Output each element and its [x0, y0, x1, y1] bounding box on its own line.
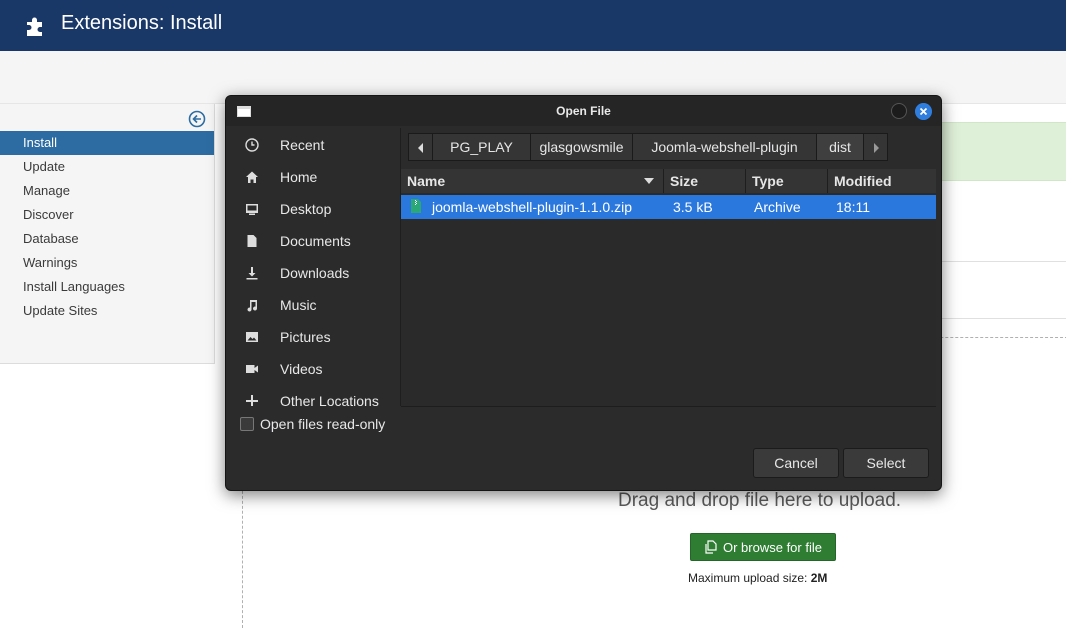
open-file-dialog: Open File Recent Home Desktop Documents …: [225, 95, 942, 491]
read-only-label[interactable]: Open files read-only: [260, 416, 385, 432]
place-label: Videos: [280, 361, 323, 377]
sidebar-item-warnings[interactable]: Warnings: [0, 251, 214, 275]
plus-icon: [246, 395, 258, 406]
place-music[interactable]: Music: [226, 289, 400, 321]
column-name-label: Name: [407, 173, 446, 189]
chevron-right-icon: [873, 143, 879, 153]
max-upload-label: Maximum upload size:: [688, 571, 808, 585]
file-row[interactable]: joomla-webshell-plugin-1.1.0.zip 3.5 kB …: [401, 195, 936, 219]
place-desktop[interactable]: Desktop: [226, 193, 400, 225]
divider: [930, 318, 1066, 319]
select-button[interactable]: Select: [843, 448, 929, 478]
chevron-left-icon: [417, 143, 423, 153]
select-label: Select: [866, 455, 906, 471]
read-only-checkbox[interactable]: [240, 417, 254, 431]
page-title: Extensions: Install: [61, 12, 223, 34]
path-scroll-right[interactable]: [863, 133, 888, 161]
file-type: Archive: [754, 199, 801, 215]
column-header-type[interactable]: Type: [746, 169, 828, 193]
file-size: 3.5 kB: [673, 199, 713, 215]
place-pictures[interactable]: Pictures: [226, 321, 400, 353]
place-label: Documents: [280, 233, 351, 249]
divider: [401, 406, 936, 407]
sidebar-item-install[interactable]: Install: [0, 131, 214, 155]
dialog-title: Open File: [556, 104, 611, 118]
file-modified: 18:11: [836, 199, 870, 215]
collapse-sidebar-icon[interactable]: [188, 110, 206, 128]
column-header-modified[interactable]: Modified: [828, 169, 936, 193]
place-documents[interactable]: Documents: [226, 225, 400, 257]
file-list: Name Size Type Modified joomla-webshell-…: [401, 169, 936, 407]
picture-icon: [246, 332, 258, 342]
place-other-locations[interactable]: Other Locations: [226, 385, 400, 406]
path-segment[interactable]: glasgowsmile: [530, 133, 633, 161]
home-icon: [246, 171, 258, 183]
path-scroll-left[interactable]: [408, 133, 433, 161]
place-label: Recent: [280, 137, 325, 153]
sidebar-item-update[interactable]: Update: [0, 155, 214, 179]
document-icon: [247, 235, 257, 247]
download-icon: [246, 267, 258, 280]
file-name: joomla-webshell-plugin-1.1.0.zip: [432, 199, 632, 215]
column-header-size[interactable]: Size: [664, 169, 746, 193]
place-label: Downloads: [280, 265, 350, 281]
info-alert: [930, 122, 1066, 181]
archive-file-icon: [411, 199, 421, 213]
close-icon[interactable]: [915, 103, 932, 120]
place-downloads[interactable]: Downloads: [226, 257, 400, 289]
sidebar-item-update-sites[interactable]: Update Sites: [0, 299, 214, 323]
path-segment[interactable]: Joomla-webshell-plugin: [632, 133, 817, 161]
sidebar-item-database[interactable]: Database: [0, 227, 214, 251]
place-videos[interactable]: Videos: [226, 353, 400, 385]
cancel-button[interactable]: Cancel: [753, 448, 839, 478]
column-header-name[interactable]: Name: [401, 169, 664, 193]
desktop-icon: [246, 204, 258, 215]
path-segment-current[interactable]: dist: [816, 133, 864, 161]
max-upload-value: 2M: [810, 571, 828, 585]
cancel-label: Cancel: [774, 455, 818, 471]
sort-descending-icon: [644, 178, 654, 184]
path-segment[interactable]: PG_PLAY: [432, 133, 531, 161]
sidebar-item-discover[interactable]: Discover: [0, 203, 214, 227]
place-label: Music: [280, 297, 317, 313]
max-upload-size: Maximum upload size: 2M: [688, 571, 827, 585]
place-label: Desktop: [280, 201, 332, 217]
video-icon: [246, 365, 258, 373]
place-label: Home: [280, 169, 318, 185]
music-icon: [247, 300, 258, 312]
place-home[interactable]: Home: [226, 161, 400, 193]
sidebar-item-install-languages[interactable]: Install Languages: [0, 275, 214, 299]
places-sidebar: Recent Home Desktop Documents Downloads …: [226, 128, 401, 406]
minimize-button[interactable]: [891, 103, 907, 119]
place-label: Other Locations: [280, 393, 379, 406]
clock-icon: [245, 138, 259, 152]
puzzle-icon: [27, 17, 42, 36]
divider: [930, 261, 1066, 262]
dialog-titlebar[interactable]: Open File: [226, 96, 941, 126]
sidebar: Install Update Manage Discover Database …: [0, 104, 215, 364]
sidebar-item-manage[interactable]: Manage: [0, 179, 214, 203]
browse-file-label: Or browse for file: [723, 540, 822, 555]
copy-file-icon: [705, 540, 717, 554]
top-header-bar: Extensions: Install: [0, 0, 1066, 51]
place-recent[interactable]: Recent: [226, 129, 400, 161]
place-label: Pictures: [280, 329, 331, 345]
browse-file-button[interactable]: Or browse for file: [690, 533, 836, 561]
drag-drop-text: Drag and drop file here to upload.: [618, 490, 902, 511]
